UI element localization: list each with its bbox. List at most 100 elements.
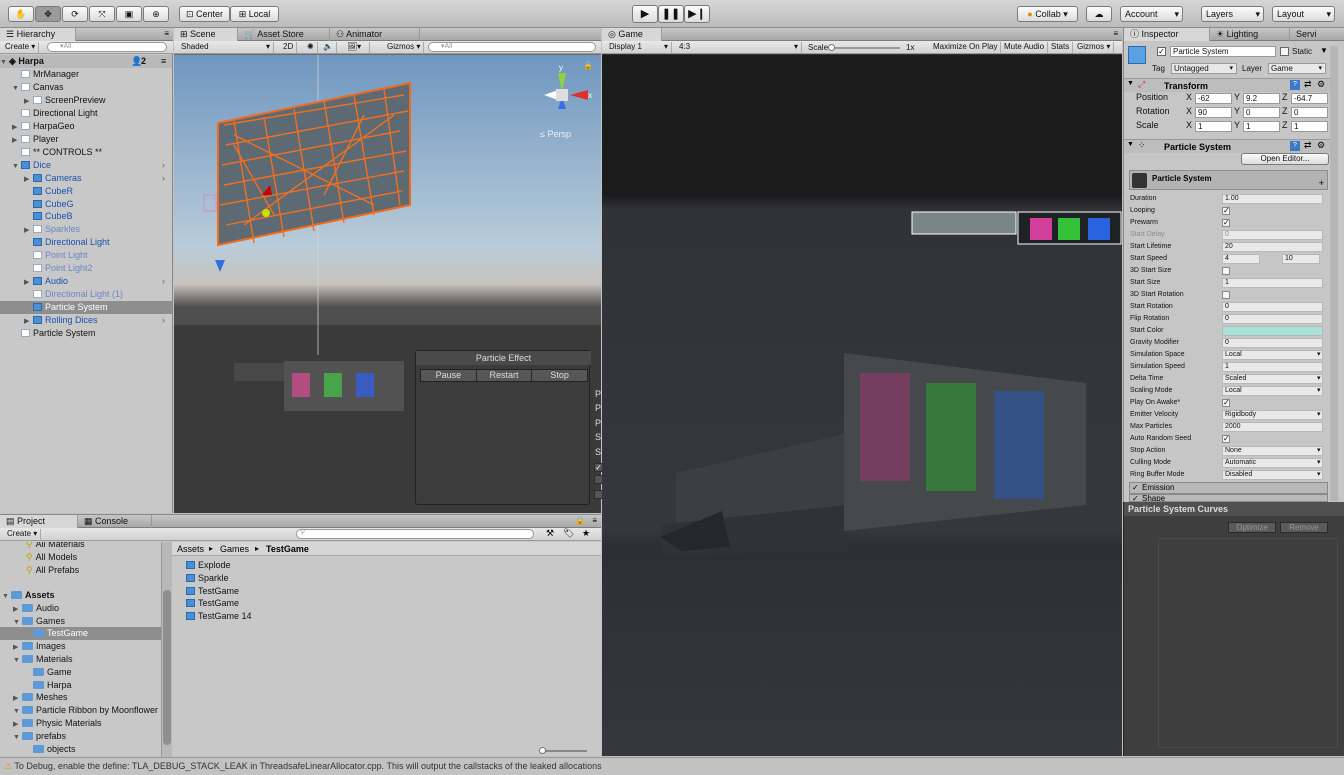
hierarchy-item[interactable]: Directional Light (1) [0, 288, 172, 301]
chevron-down-icon[interactable]: ▼ [1320, 46, 1328, 55]
gizmos-dropdown[interactable]: Gizmos ▾ [384, 42, 425, 53]
game-gizmos-dropdown[interactable]: Gizmos ▾ [1074, 42, 1115, 53]
layout-dropdown[interactable]: Layout ▾ [1272, 6, 1335, 22]
help-icon[interactable]: ? [1290, 80, 1300, 90]
project-folder-item[interactable]: ▶ Images [0, 640, 161, 653]
active-checkbox[interactable]: ✓ [1157, 47, 1166, 56]
hierarchy-item[interactable]: Directional Light [0, 236, 172, 249]
ps-property-max[interactable]: 10 [1282, 254, 1320, 264]
audio-toggle[interactable]: 🔈 [320, 42, 337, 53]
rotation-y-input[interactable]: 0 [1243, 107, 1280, 118]
scene-menu-icon[interactable]: ≡ [161, 55, 166, 68]
pause-effect-button[interactable]: Pause [421, 370, 477, 381]
layers-dropdown[interactable]: Layers ▾ [1201, 6, 1264, 22]
scene-root-row[interactable]: ▼ ◈ Harpa 👤 2 ≡ [0, 55, 172, 68]
help-icon[interactable]: ? [1290, 141, 1300, 151]
hierarchy-item[interactable]: MrManager [0, 68, 172, 81]
ps-property-value[interactable]: 20 [1222, 242, 1323, 252]
ps-property-value[interactable]: 1.00 [1222, 194, 1323, 204]
stop-effect-button[interactable]: Stop [532, 370, 587, 381]
favorite-star-icon[interactable]: ★ [582, 528, 590, 539]
ps-property-value[interactable]: 0 [1222, 314, 1323, 324]
checked-checkbox-icon[interactable]: ✓ [1222, 219, 1230, 227]
project-folder-item[interactable]: ▼ prefabs [0, 730, 161, 743]
ps-property-row[interactable]: Start Lifetime 20 [1130, 241, 1325, 253]
rotate-tool-button[interactable]: ⟳ [62, 6, 88, 22]
open-editor-button[interactable]: Open Editor... [1241, 153, 1329, 165]
checkbox-icon[interactable] [1222, 267, 1230, 275]
ps-property-value[interactable]: 1 [1222, 278, 1323, 288]
game-viewport[interactable] [602, 55, 1122, 756]
tab-lighting[interactable]: ☀ Lighting [1210, 28, 1290, 41]
tab-animator[interactable]: ⚇ Animator [330, 28, 420, 41]
favorite-item[interactable]: ⚲ All Prefabs [0, 564, 161, 577]
move-tool-button[interactable]: ✥ [35, 6, 61, 22]
particle-module-header[interactable]: Particle System + [1129, 170, 1328, 190]
ps-property-row[interactable]: Max Particles 2000 [1130, 421, 1325, 433]
ps-property-value[interactable]: Scaled [1222, 374, 1323, 384]
project-folder-item[interactable]: ▶ Physic Materials [0, 717, 161, 730]
checked-checkbox-icon[interactable]: ✓ [1222, 399, 1230, 407]
ps-property-row[interactable]: Start Rotation 0 [1130, 301, 1325, 313]
rotation-z-input[interactable]: 0 [1291, 107, 1328, 118]
scale-tool-button[interactable]: ⤧ [89, 6, 115, 22]
static-checkbox[interactable] [1280, 47, 1289, 56]
hierarchy-item[interactable]: ▶ Audio › [0, 275, 172, 288]
inspector-scrollbar[interactable] [1330, 46, 1338, 501]
pivot-center-button[interactable]: ⊡ Center [179, 6, 230, 22]
ps-property-value[interactable]: Disabled [1222, 470, 1323, 480]
hierarchy-item[interactable]: ▶ Cameras › [0, 172, 172, 185]
scale-z-input[interactable]: 1 [1291, 121, 1328, 132]
ps-property-min[interactable]: 4 [1222, 254, 1260, 264]
hierarchy-item[interactable]: ▶ HarpaGeo [0, 120, 172, 133]
filter-type-icon[interactable]: ⚒ [546, 528, 554, 539]
account-dropdown[interactable]: Account ▾ [1120, 6, 1183, 22]
project-folder-item[interactable]: ▼ Assets [0, 589, 161, 602]
scale-y-input[interactable]: 1 [1243, 121, 1280, 132]
optimize-button[interactable]: Optimize [1228, 522, 1276, 533]
tab-asset-store[interactable]: 🛒 Asset Store [238, 28, 330, 41]
maximize-on-play-toggle[interactable]: Maximize On Play [930, 42, 1002, 53]
project-file-item[interactable]: TestGame 14 [186, 610, 386, 623]
ps-property-value[interactable]: 0 [1222, 338, 1323, 348]
ps-property-value[interactable]: Local [1222, 350, 1323, 360]
project-file-item[interactable]: Sparkle [186, 572, 386, 585]
project-folder-item[interactable]: TestGame [0, 627, 161, 641]
icon-size-slider-thumb[interactable] [539, 747, 546, 754]
transform-header[interactable]: ▼ ⤢ Transform ? ⇄ ⚙ [1124, 78, 1330, 92]
filter-label-icon[interactable]: 🏷 [563, 528, 574, 539]
breadcrumb-assets[interactable]: Assets [177, 544, 204, 554]
ps-property-row[interactable]: Start Speed 4 10 [1130, 253, 1325, 265]
shading-mode-dropdown[interactable]: Shaded ▾ [178, 42, 274, 53]
ps-property-row[interactable]: 3D Start Size [1130, 265, 1325, 277]
ps-property-row[interactable]: 3D Start Rotation [1130, 289, 1325, 301]
ps-property-value[interactable]: Automatic [1222, 458, 1323, 468]
favorite-item[interactable]: ⚲ All Materials [0, 542, 161, 551]
panel-menu-icon[interactable]: ≡ [1113, 29, 1118, 38]
hierarchy-item[interactable]: Directional Light [0, 107, 172, 120]
orientation-gizmo[interactable]: y x ≤ Persp [530, 63, 594, 143]
checkbox-icon[interactable] [1222, 291, 1230, 299]
ps-property-value[interactable]: 0 [1222, 230, 1323, 240]
tab-project[interactable]: ▤ Project [0, 515, 78, 528]
tab-scene[interactable]: ⊞ Scene [174, 28, 238, 41]
panel-menu-icon[interactable]: ≡ [592, 516, 597, 525]
ps-property-row[interactable]: Duration 1.00 [1130, 193, 1325, 205]
rect-tool-button[interactable]: ▣ [116, 6, 142, 22]
project-folder-item[interactable]: ▼ Particle Ribbon by Moonflower [0, 704, 161, 717]
particle-system-header[interactable]: ▼ ⁘ Particle System ? ⇄ ⚙ [1124, 139, 1330, 153]
ps-property-row[interactable]: Ring Buffer Mode Disabled ▾ [1130, 469, 1325, 481]
preset-icon[interactable]: ⇄ [1304, 140, 1312, 151]
checked-checkbox-icon[interactable]: ✓ [1222, 207, 1230, 215]
ps-property-value[interactable]: 1 [1222, 362, 1323, 372]
hierarchy-item[interactable]: Particle System [0, 301, 172, 315]
ps-property-row[interactable]: Start Color [1130, 325, 1325, 337]
preset-icon[interactable]: ⇄ [1304, 79, 1312, 90]
space-local-button[interactable]: ⊞ Local [230, 6, 279, 22]
project-folder-item[interactable]: Harpa [0, 679, 161, 692]
collab-button[interactable]: ● Collab ▾ [1017, 6, 1078, 22]
project-folder-item[interactable]: ▼ Games [0, 615, 161, 628]
project-file-item[interactable]: TestGame [186, 597, 386, 610]
start-color-swatch[interactable] [1222, 326, 1323, 336]
hierarchy-item[interactable]: CubeG [0, 198, 172, 211]
